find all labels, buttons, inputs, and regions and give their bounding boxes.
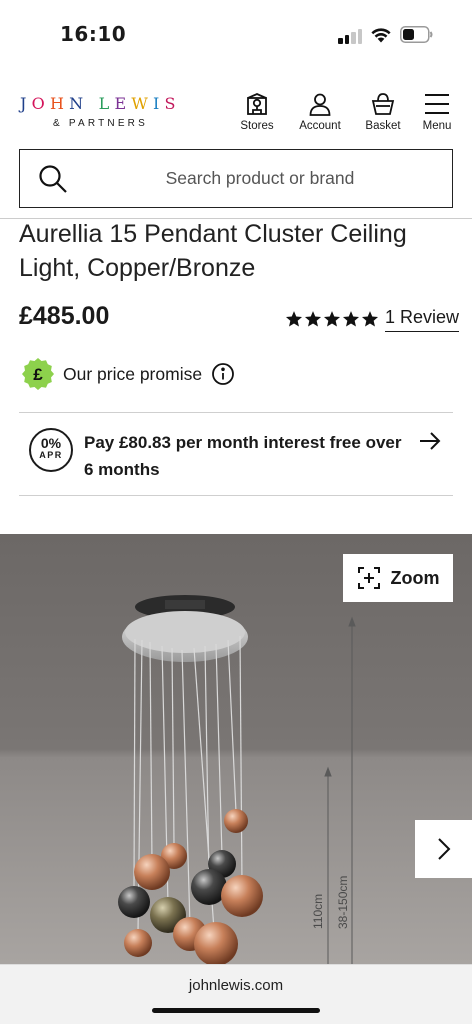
logo-letter <box>88 94 98 113</box>
logo-letter: L <box>98 94 115 113</box>
product-price: £485.00 <box>19 302 110 330</box>
account-button[interactable]: Account <box>297 92 343 132</box>
star-rating <box>285 310 379 328</box>
logo-letter: I <box>152 94 165 113</box>
logo-subline: & PARTNERS <box>53 118 148 129</box>
product-rating[interactable]: 1 Review <box>285 306 460 332</box>
battery-icon <box>400 26 433 43</box>
star-icon <box>304 311 322 327</box>
info-icon[interactable] <box>211 362 235 386</box>
zoom-label: Zoom <box>390 567 440 588</box>
next-image-button[interactable] <box>415 820 472 878</box>
chevron-right-icon <box>437 838 450 860</box>
reviews-link[interactable]: 1 Review <box>385 307 460 332</box>
logo-letter: J <box>20 94 32 113</box>
wifi-icon <box>371 28 391 43</box>
dimension-label-1: 110cm <box>311 894 325 929</box>
basket-icon <box>371 93 395 115</box>
logo-letter: E <box>114 94 132 113</box>
divider <box>19 495 453 496</box>
price-promise[interactable]: £ Our price promise <box>22 357 235 391</box>
product-title: Aurellia 15 Pendant Cluster Ceiling Ligh… <box>19 220 407 282</box>
status-bar: 16:10 <box>0 0 472 70</box>
search-icon[interactable] <box>38 164 68 194</box>
logo-letter: O <box>31 94 50 113</box>
star-icon <box>285 311 303 327</box>
browser-address-bar[interactable]: johnlewis.com <box>0 964 472 1024</box>
status-time: 16:10 <box>60 22 127 46</box>
account-label: Account <box>299 120 341 132</box>
john-lewis-logo[interactable]: JOHN LEWIS & PARTNERS <box>20 94 180 129</box>
hamburger-menu-icon <box>425 94 449 114</box>
home-indicator[interactable] <box>152 1008 320 1013</box>
finance-offer[interactable]: 0% APR Pay £80.83 per month interest fre… <box>19 413 453 495</box>
search-bar[interactable] <box>19 149 453 208</box>
account-icon <box>309 93 331 116</box>
logo-wordmark: JOHN LEWIS <box>20 94 180 113</box>
zoom-button[interactable]: Zoom <box>343 554 453 602</box>
pound-badge-icon: £ <box>22 358 54 390</box>
menu-label: Menu <box>422 120 452 132</box>
logo-letter: S <box>164 94 181 113</box>
cellular-signal-icon <box>338 28 364 44</box>
star-icon <box>323 311 341 327</box>
finance-text: Pay £80.83 per month interest free over … <box>84 433 402 479</box>
apr-percent: 0% <box>40 435 62 451</box>
logo-letter: N <box>69 94 89 113</box>
star-icon <box>342 311 360 327</box>
product-image-gallery[interactable]: 110cm 38-150cm Zoom <box>0 534 472 964</box>
zoom-icon <box>357 567 380 589</box>
price-promise-badge: £ <box>22 358 54 390</box>
stores-button[interactable]: Stores <box>240 92 274 132</box>
basket-button[interactable]: Basket <box>364 92 402 132</box>
arrow-right-icon[interactable] <box>419 431 441 451</box>
logo-letter: H <box>49 94 70 113</box>
menu-button[interactable]: Menu <box>420 92 454 132</box>
store-locator-icon <box>247 93 267 115</box>
site-header: JOHN LEWIS & PARTNERS Stores Account Bas… <box>0 82 472 142</box>
basket-label: Basket <box>365 120 401 132</box>
apr-label: APR <box>39 450 63 460</box>
logo-letter: W <box>131 94 153 113</box>
pound-symbol: £ <box>33 365 43 384</box>
search-input[interactable] <box>90 162 430 194</box>
star-icon <box>361 311 379 327</box>
price-promise-text: Our price promise <box>63 363 203 384</box>
dimension-label-2: 38-150cm <box>336 876 350 929</box>
page-url[interactable]: johnlewis.com <box>0 977 472 994</box>
zero-apr-badge: 0% APR <box>29 428 73 472</box>
stores-label: Stores <box>240 120 274 132</box>
